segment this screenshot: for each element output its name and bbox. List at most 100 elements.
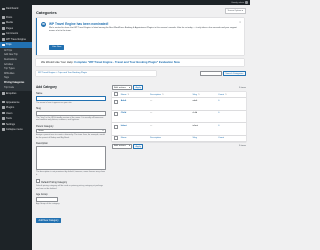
row-slug: adult	[191, 97, 217, 111]
vote-now-button[interactable]: Vote Now	[49, 45, 65, 50]
column-description-label: Description	[150, 93, 161, 96]
row-checkbox[interactable]	[113, 99, 118, 104]
row-description: —	[148, 110, 192, 124]
dashboard-icon	[2, 7, 5, 10]
row-checkbox-cell	[112, 97, 120, 111]
menu-label: Dashboard	[6, 7, 19, 11]
footer-column-count[interactable]: Count	[216, 135, 246, 142]
select-all-footer-checkbox[interactable]	[113, 135, 118, 140]
add-new-category-button[interactable]: Add New Category	[36, 218, 62, 224]
plane-icon	[2, 38, 5, 41]
row-name[interactable]: Adult	[119, 97, 149, 111]
menu-label: Plugins	[6, 106, 15, 110]
sort-icon: ⇅	[161, 93, 164, 96]
row-count[interactable]: 0	[216, 110, 246, 124]
row-description: —	[148, 97, 192, 111]
slug-label: Slug	[36, 107, 41, 110]
trips-submenu: All Trips Add New Trip Destinations Acti…	[0, 47, 32, 91]
dismiss-icon[interactable]: ×	[239, 20, 241, 24]
select-all-checkbox[interactable]	[113, 92, 118, 97]
categories-list: Bulk actions ▾ Apply 3 items Name ⇅ Descri…	[112, 85, 246, 149]
row-count[interactable]: 0	[216, 97, 246, 111]
parent-description: Assign a parent term to create a hierarc…	[36, 134, 105, 139]
name-label: Name	[36, 92, 43, 95]
screen-options-button[interactable]: Screen Options ▾	[224, 8, 246, 14]
chevron-down-icon: ▾	[102, 129, 104, 132]
users-icon	[2, 111, 5, 115]
collapse-icon	[2, 128, 5, 131]
nomination-notice: W × WP Travel Engine has been nominated!…	[36, 18, 244, 55]
description-textarea[interactable]	[36, 146, 106, 170]
parent-category-select[interactable]: None ▾	[36, 128, 106, 133]
main-content: Categories Screen Options ▾ W × WP Trave…	[32, 5, 250, 250]
menu-label: Posts	[6, 15, 13, 19]
notice-text: We're excited to share that WP Travel En…	[49, 27, 237, 32]
age-group-description: Age Group of the category.	[36, 202, 60, 205]
row-slug: infant	[191, 122, 217, 136]
age-group-label: Age Group	[36, 193, 48, 197]
search-input[interactable]	[199, 71, 222, 76]
items-count: 3 items	[238, 86, 246, 89]
column-slug-label: Slug	[192, 93, 197, 96]
submenu-label: Destinations	[4, 58, 17, 61]
page-icon	[2, 27, 5, 30]
footer-column-name[interactable]: Name	[119, 135, 149, 142]
bulk-actions-value: Bulk actions	[114, 145, 126, 148]
bulk-actions-select-bottom[interactable]: Bulk actions ▾	[112, 144, 132, 149]
menu-item-collapse[interactable]: Collapse menu	[0, 127, 32, 133]
row-name[interactable]: Infant	[119, 122, 149, 136]
menu-label: Users	[6, 111, 13, 115]
apply-button-bottom[interactable]: Apply	[133, 144, 144, 149]
footer-column-slug[interactable]: Slug	[191, 135, 217, 142]
submenu-trip-code[interactable]: Trip Code	[0, 85, 32, 90]
row-checkbox[interactable]	[113, 112, 118, 117]
wp-travel-engine-logo-icon: W	[41, 22, 46, 27]
admin-menu: Dashboard Posts Media Pages Comments WP …	[0, 5, 32, 250]
menu-label: Media	[6, 21, 13, 25]
row-name[interactable]: Child	[119, 110, 149, 124]
add-category-heading: Add Category	[36, 85, 57, 89]
notice-title: WP Travel Engine has been nominated!	[49, 22, 109, 26]
search-categories-button[interactable]: Search Categories	[222, 71, 246, 76]
howdy-text[interactable]: Howdy, admin	[231, 2, 244, 4]
tablenav-bottom: Bulk actions ▾ Apply 3 items	[112, 144, 246, 149]
media-icon	[2, 21, 5, 24]
sort-icon: ⇅	[197, 93, 200, 96]
bulk-actions-select[interactable]: Bulk actions ▾	[112, 85, 132, 90]
items-count-bottom: 3 items	[238, 145, 246, 148]
submenu-label: Trip Types	[4, 68, 15, 71]
default-pricing-checkbox[interactable]	[36, 179, 41, 184]
promo-link[interactable]: Complete "WP Travel Engine - Travel and …	[74, 60, 180, 64]
plugin-icon	[2, 106, 5, 109]
column-name-label: Name	[120, 93, 127, 96]
categories-table: Name⇅ Description⇅ Slug⇅ Count⇅ Adult — …	[112, 92, 246, 142]
menu-label: Settings	[6, 122, 16, 126]
slug-field[interactable]	[36, 111, 106, 116]
name-field[interactable]	[36, 96, 106, 101]
page-title: Categories	[36, 10, 57, 15]
default-pricing-text: Default Pricing Category	[41, 181, 68, 185]
promo-lead: We Would Like Your Help:	[41, 60, 75, 64]
submenu-label: Activities	[4, 63, 14, 66]
row-count[interactable]: 0	[216, 122, 246, 136]
apply-button[interactable]: Apply	[133, 85, 144, 90]
age-group-field[interactable]	[36, 197, 58, 202]
breadcrumb[interactable]: WP Travel Engine > Trips and Tour Bookin…	[36, 71, 156, 76]
footer-column-description[interactable]: Description	[148, 135, 192, 142]
chevron-down-icon: ▾	[128, 145, 130, 148]
avatar[interactable]	[245, 1, 248, 4]
menu-label: Comments	[6, 32, 19, 36]
sort-icon: ⇅	[224, 93, 227, 96]
default-pricing-label: Default Pricing Category	[36, 179, 106, 184]
tablenav-top: Bulk actions ▾ Apply 3 items	[112, 85, 246, 90]
row-checkbox[interactable]	[113, 124, 118, 129]
add-category-form: Add Category Name The name is how it app…	[36, 85, 106, 226]
column-count-label: Count	[218, 93, 224, 96]
mail-icon	[2, 92, 5, 95]
menu-label: Collapse menu	[6, 128, 23, 132]
table-row: Child — child 0	[112, 110, 246, 124]
name-description: The name is how it appears on your site.	[36, 101, 73, 104]
table-row: Infant — infant 0	[112, 122, 246, 136]
slug-description: The "slug" is the URL-friendly version o…	[36, 116, 104, 122]
submenu-label: Pricing Categories	[4, 81, 25, 84]
